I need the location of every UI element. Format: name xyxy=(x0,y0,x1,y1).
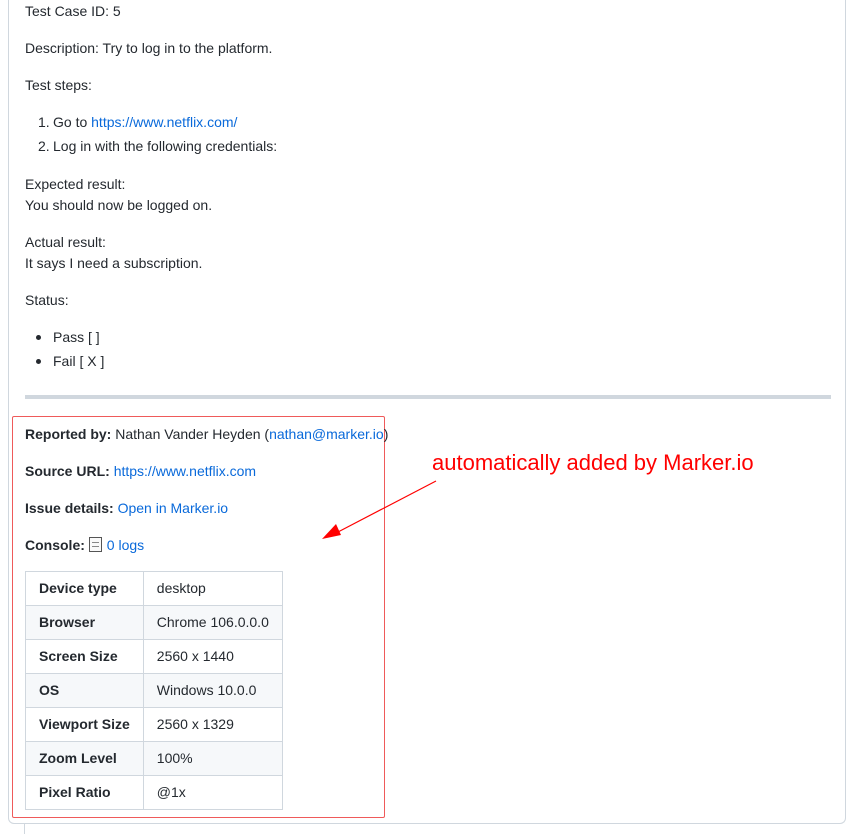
annotation-arrow-icon xyxy=(322,480,437,539)
